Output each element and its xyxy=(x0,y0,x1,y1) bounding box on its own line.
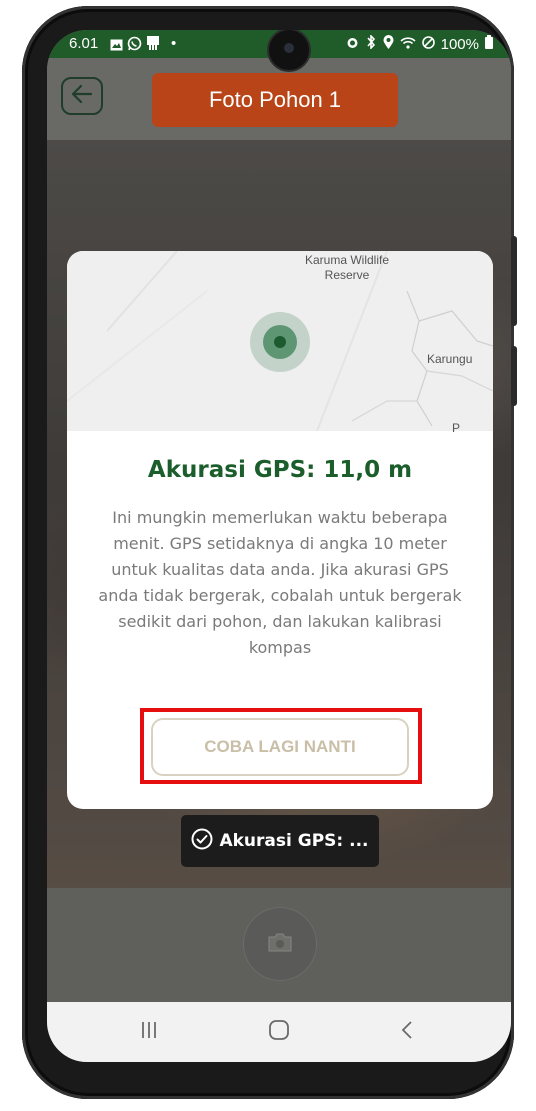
camera-icon xyxy=(267,931,293,957)
dialog-title: Akurasi GPS: 11,0 m xyxy=(147,457,413,483)
image-icon xyxy=(110,38,123,55)
status-time: 6.01 xyxy=(69,35,99,52)
recents-button[interactable] xyxy=(129,1016,169,1048)
map-label-reserve: Karuma Wildlife Reserve xyxy=(304,253,390,282)
screen: 6.01 • 100% Foto Pohon 1 Karuma Wildlife… xyxy=(47,30,511,1062)
page-title: Foto Pohon 1 xyxy=(152,73,398,127)
nav-back-button[interactable] xyxy=(387,1016,427,1048)
gps-status-chip: Akurasi GPS: ... xyxy=(181,815,379,867)
notification-dot: • xyxy=(171,35,177,52)
wifi-icon xyxy=(400,36,416,53)
volume-button xyxy=(511,236,517,326)
retry-later-button[interactable]: COBA LAGI NANTI xyxy=(151,718,409,776)
map-preview: Karuma Wildlife Reserve Karungu P xyxy=(67,251,493,435)
gps-center-dot xyxy=(274,336,286,348)
recents-icon xyxy=(139,1020,159,1044)
map-label-karungu: Karungu xyxy=(427,352,473,366)
check-circle-icon xyxy=(191,828,213,855)
gps-accuracy-dialog: Karuma Wildlife Reserve Karungu P Akuras… xyxy=(67,251,493,809)
dnd-icon xyxy=(421,35,435,53)
back-button[interactable] xyxy=(61,77,103,115)
home-icon xyxy=(268,1019,290,1045)
dialog-message: Ini mungkin memerlukan waktu beberapa me… xyxy=(98,508,462,657)
back-chevron-icon xyxy=(400,1019,414,1045)
location-icon xyxy=(383,35,394,53)
status-right-cluster: 100% xyxy=(346,34,493,53)
bluetooth-icon xyxy=(365,34,377,53)
map-label-partial: P xyxy=(452,421,461,435)
alarm-icon xyxy=(346,36,359,53)
gps-status-text: Akurasi GPS: ... xyxy=(219,831,369,851)
front-camera xyxy=(267,30,311,72)
home-button[interactable] xyxy=(259,1016,299,1048)
system-nav-bar xyxy=(47,1002,511,1062)
shutter-button[interactable] xyxy=(244,908,316,980)
battery-percent: 100% xyxy=(440,35,479,53)
power-button xyxy=(511,346,517,406)
arrow-left-icon xyxy=(71,84,93,108)
sim-icon xyxy=(147,36,159,55)
battery-icon xyxy=(485,35,493,53)
whatsapp-icon xyxy=(127,36,142,55)
